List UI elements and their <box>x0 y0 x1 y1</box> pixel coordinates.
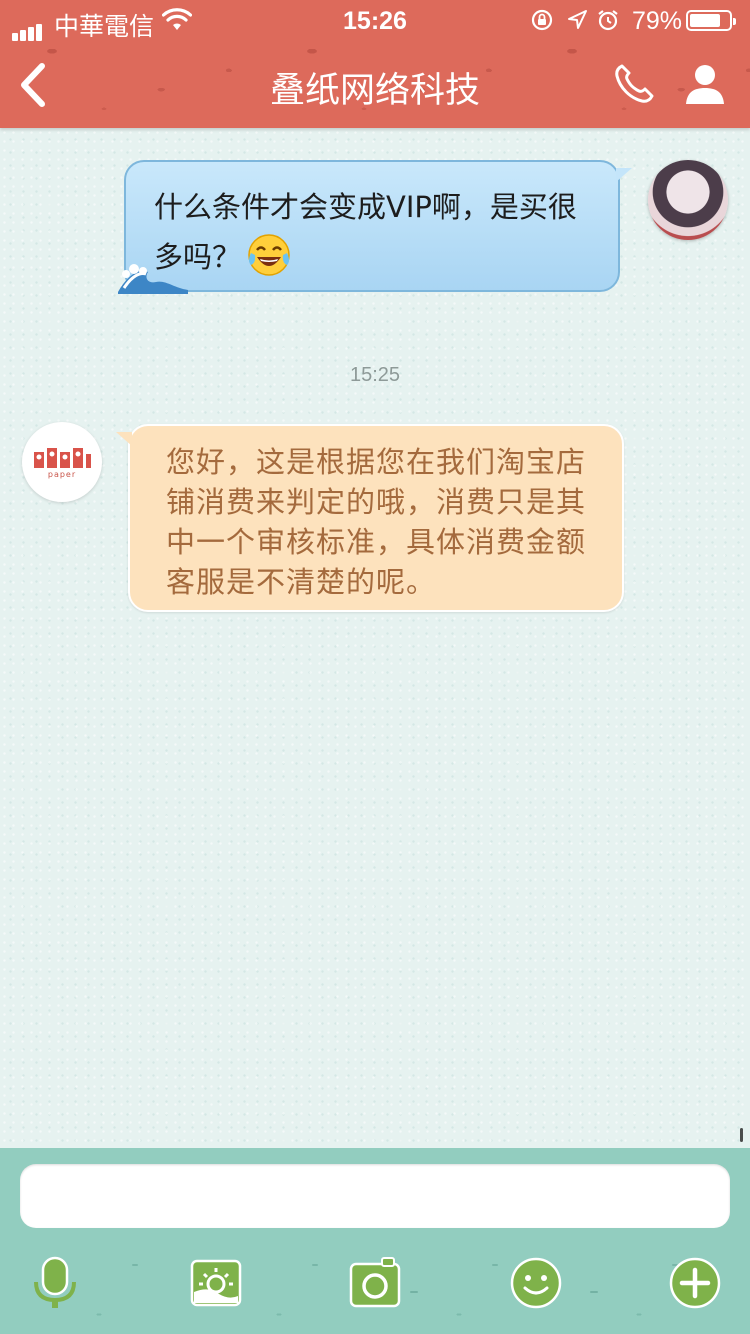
message-timestamp: 15:25 <box>349 364 401 386</box>
rotation-lock-icon <box>531 9 553 31</box>
camera-icon[interactable] <box>348 1256 402 1310</box>
emoji-icon[interactable] <box>509 1256 563 1310</box>
alarm-icon <box>598 10 618 31</box>
message-input[interactable] <box>20 1164 730 1228</box>
outgoing-message-bubble[interactable]: 什么条件才会变成VIP啊，是买很多吗？ <box>118 160 632 294</box>
navigation-header: 中華電信 15:26 79% 叠纸网络科技 <box>0 0 750 128</box>
shop-avatar-text: paper <box>47 470 77 479</box>
battery-level-fill <box>690 14 720 27</box>
shop-avatar[interactable]: paper <box>22 422 102 502</box>
phone-icon[interactable] <box>612 62 656 106</box>
tears-of-joy-emoji-icon <box>248 234 290 276</box>
incoming-message-bubble[interactable]: 您好，这是根据您在我们淘宝店铺消费来判定的哦，消费只是其中一个审核标准，具体消费… <box>116 424 624 612</box>
location-arrow-icon <box>568 10 587 29</box>
paper-logo-icon <box>34 448 91 468</box>
scroll-indicator[interactable] <box>740 1128 743 1142</box>
microphone-icon[interactable] <box>28 1256 82 1310</box>
battery-percentage: 79% <box>632 7 683 35</box>
incoming-message-text: 您好，这是根据您在我们淘宝店铺消费来判定的哦，消费只是其中一个审核标准，具体消费… <box>166 445 587 599</box>
image-icon[interactable] <box>189 1256 243 1310</box>
plus-icon[interactable] <box>668 1256 722 1310</box>
my-avatar[interactable] <box>648 160 728 240</box>
outgoing-message-text: 什么条件才会变成VIP啊，是买很多吗？ <box>154 182 604 282</box>
person-icon[interactable] <box>684 62 726 106</box>
status-bar: 中華電信 15:26 79% <box>0 0 750 42</box>
composer-bar <box>0 1148 750 1334</box>
battery-icon <box>686 10 736 31</box>
